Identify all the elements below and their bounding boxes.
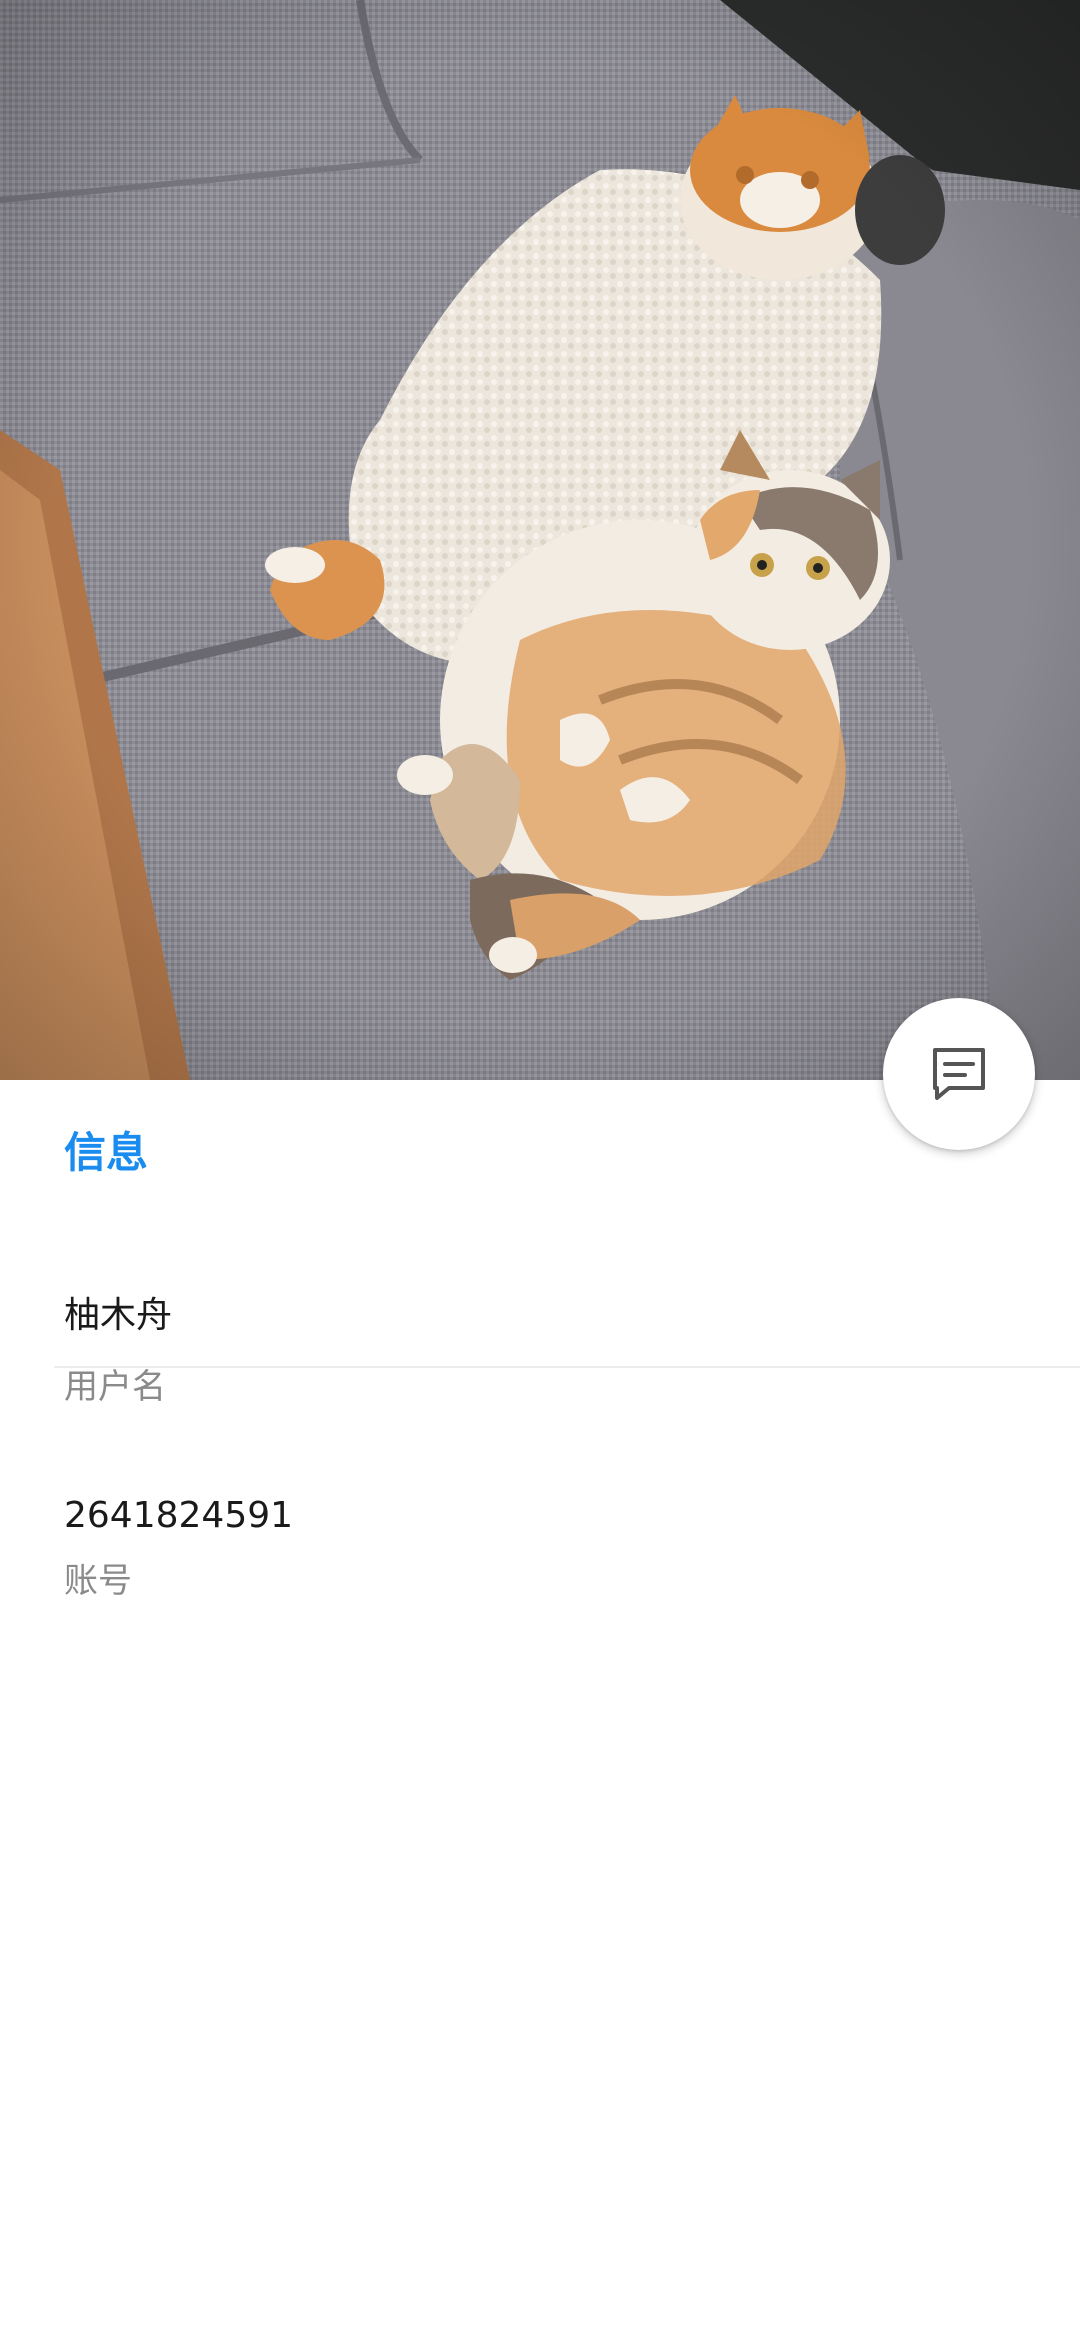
account-label: 账号: [64, 1561, 132, 1601]
header-photo: [0, 0, 1080, 1080]
cats-on-sofa-illustration: [0, 0, 1080, 1080]
message-button[interactable]: [883, 998, 1035, 1150]
account-row[interactable]: 2641824591 账号: [0, 1368, 1080, 1628]
account-value: 2641824591: [64, 1495, 294, 1536]
section-title: 信息: [64, 1128, 149, 1177]
message-icon: [933, 1048, 985, 1100]
username-value: 柚木舟: [64, 1295, 173, 1336]
